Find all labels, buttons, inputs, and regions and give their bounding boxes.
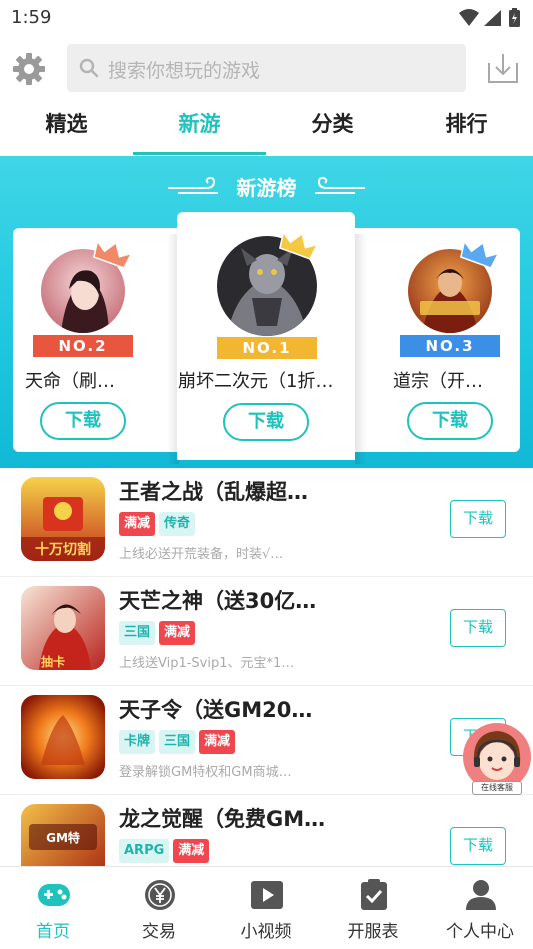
tag: 满减 [199, 730, 236, 754]
rank-3-badge: NO.3 [400, 335, 500, 357]
nav-profile[interactable]: 个人中心 [427, 867, 533, 949]
status-time: 1:59 [11, 7, 52, 28]
download-button[interactable]: 下载 [450, 827, 506, 865]
rank-2-badge: NO.2 [33, 335, 133, 357]
nav-label: 小视频 [240, 922, 292, 942]
rank-3-game-name[interactable]: 道宗（开… [393, 367, 505, 393]
clipboard-check-icon [361, 879, 387, 910]
tab-rankings[interactable]: 排行 [400, 108, 533, 138]
list-item[interactable]: 抽卡 天芒之神（送30亿… 三国 满减 上线送Vip1-Svip1、元宝*1… 下… [0, 577, 533, 686]
download-button[interactable]: 下载 [450, 609, 506, 647]
nav-server-list[interactable]: 开服表 [320, 867, 426, 949]
top-tabs: 精选 新游 分类 排行 [0, 100, 533, 155]
tag: 三国 [119, 621, 156, 645]
nav-label: 开服表 [347, 922, 399, 942]
rank-2-crown-icon [93, 239, 132, 269]
game-description: 登录解锁GM特权和GM商城… [119, 765, 292, 780]
wifi-icon [459, 9, 479, 26]
tab-categories[interactable]: 分类 [266, 108, 399, 138]
tag: 传奇 [159, 512, 196, 536]
search-placeholder: 搜索你想玩的游戏 [108, 60, 261, 82]
rank-1-download-button[interactable]: 下载 [223, 403, 309, 441]
rank-3-download-button[interactable]: 下载 [407, 402, 493, 440]
person-icon [466, 880, 496, 910]
tag: 三国 [159, 730, 196, 754]
gamepad-icon [38, 884, 70, 906]
search-icon [79, 58, 99, 78]
tag-row: 满减 传奇 [119, 512, 199, 536]
rank-2-game-name[interactable]: 天命（刷… [25, 367, 140, 393]
list-item[interactable]: GM特 龙之觉醒（免费GM… ARPG 满减 下载 [0, 795, 533, 866]
list-item[interactable]: 十万切割 王者之战（乱爆超… 满减 传奇 上线必送开荒装备，时装√… 下载 [0, 468, 533, 577]
search-input[interactable]: 搜索你想玩的游戏 [67, 44, 466, 92]
tag: 卡牌 [119, 730, 156, 754]
game-icon-caption: 十万切割 [35, 541, 91, 558]
active-tab-indicator [133, 152, 266, 155]
online-support-button[interactable]: 在线客服 [462, 723, 532, 797]
tag: 满减 [159, 621, 196, 645]
status-bar: 1:59 [0, 0, 533, 36]
tag-row: 卡牌 三国 满减 [119, 730, 239, 754]
game-icon[interactable]: 抽卡 [21, 586, 105, 670]
game-title: 龙之觉醒（免费GM… [119, 807, 326, 831]
tag-row: 三国 满减 [119, 621, 199, 645]
tab-new-games[interactable]: 新游 [133, 108, 266, 138]
nav-label: 首页 [36, 922, 70, 942]
bottom-nav: 首页 交易 小视频 开服表 个人中心 [0, 866, 533, 949]
game-icon[interactable]: GM特 [21, 804, 105, 866]
tag: 满减 [119, 512, 156, 536]
rank-2-download-button[interactable]: 下载 [40, 402, 126, 440]
game-description: 上线送Vip1-Svip1、元宝*1… [119, 656, 295, 671]
signal-icon [484, 10, 501, 26]
game-icon-caption: GM特 [46, 830, 80, 845]
play-video-icon [251, 881, 283, 909]
rank-1-crown-icon [279, 230, 318, 260]
nav-label: 个人中心 [446, 922, 514, 942]
nav-label: 交易 [142, 922, 176, 942]
new-games-ranking-banner: 新游榜 NO.2 天命（刷… 下载 NO.1 崩坏二次元（1折… 下载 NO.3… [0, 156, 533, 468]
download-button[interactable]: 下载 [450, 500, 506, 538]
tag: ARPG [119, 839, 170, 863]
right-cloud-ornament [315, 176, 365, 194]
list-item[interactable]: 天子令（送GM20… 卡牌三国满减 登录解锁GM特权和GM商城… 下载 [0, 686, 533, 795]
nav-short-video[interactable]: 小视频 [213, 867, 319, 949]
tag: 满减 [173, 839, 210, 863]
game-icon[interactable]: 十万切割 [21, 477, 105, 561]
nav-home[interactable]: 首页 [0, 867, 106, 949]
status-icons [459, 8, 520, 27]
game-title: 天子令（送GM20… [119, 698, 313, 722]
game-list: 十万切割 王者之战（乱爆超… 满减 传奇 上线必送开荒装备，时装√… 下载 抽卡 … [0, 468, 533, 866]
game-title: 天芒之神（送30亿… [119, 589, 317, 613]
tab-featured[interactable]: 精选 [0, 108, 133, 138]
download-manager-icon[interactable] [486, 51, 520, 85]
game-title: 王者之战（乱爆超… [119, 480, 308, 504]
game-description: 上线必送开荒装备，时装√… [119, 547, 284, 562]
settings-gear-icon[interactable] [11, 51, 47, 87]
nav-trade[interactable]: 交易 [106, 867, 212, 949]
tag-row: ARPG 满减 [119, 839, 213, 863]
yen-coin-icon [145, 880, 175, 910]
game-icon[interactable] [21, 695, 105, 779]
rank-1-game-name[interactable]: 崩坏二次元（1折… [178, 367, 350, 393]
rank-3-crown-icon [460, 239, 499, 269]
rank-1-badge: NO.1 [217, 337, 317, 359]
game-icon-caption: 抽卡 [41, 654, 65, 669]
banner-title: 新游榜 [236, 176, 297, 200]
support-label: 在线客服 [472, 781, 522, 795]
